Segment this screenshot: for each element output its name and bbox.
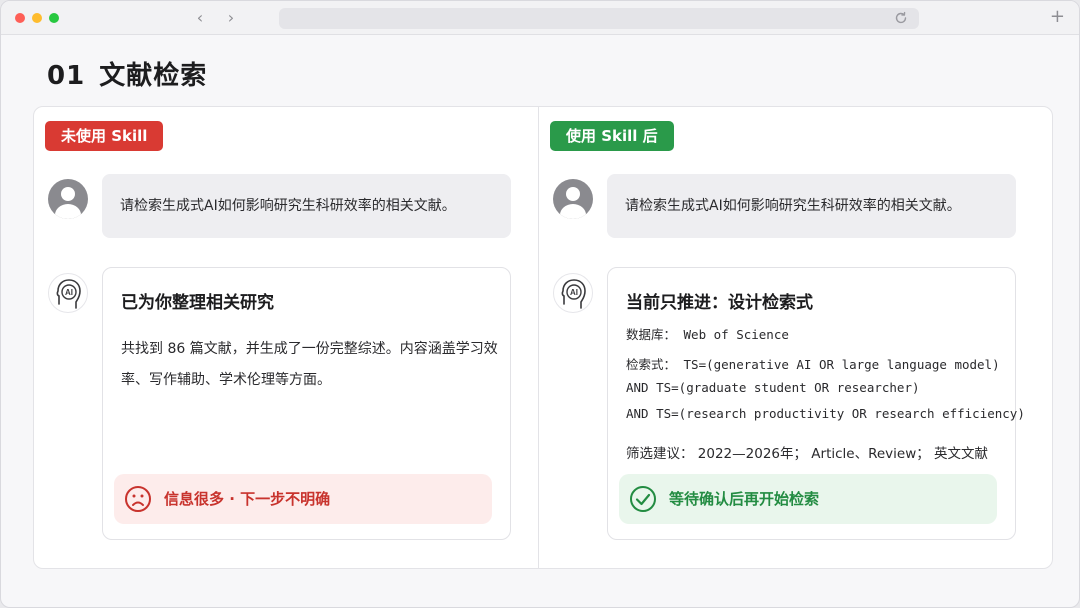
page-title: 01 文献检索 (47, 55, 221, 92)
query-line-1: 检索式： TS=(generative AI OR large language… (626, 357, 1000, 372)
user-head-icon (61, 187, 75, 201)
ai-head-icon: AI (553, 273, 593, 313)
section-title: 文献检索 (99, 61, 208, 91)
ai-label: AI (570, 288, 578, 297)
zoom-window-button[interactable] (49, 13, 59, 23)
user-avatar (48, 179, 88, 219)
query-line-2: AND TS=(graduate student OR researcher) (626, 380, 920, 395)
filter-suggestion: 筛选建议： 2022—2026年； Article、Review； 英文文献 (626, 446, 989, 462)
close-window-button[interactable] (15, 13, 25, 23)
back-button[interactable]: ‹ (192, 9, 208, 27)
user-body-icon (55, 204, 81, 219)
comparison-panel: 未使用 Skill 请检索生成式AI如何影响研究生科研效率的相关文献。 AI 已… (33, 106, 1053, 569)
ai-head-svg: AI (56, 279, 81, 309)
address-bar[interactable] (279, 8, 919, 29)
check-circle-icon (630, 486, 656, 512)
status-success-text: 等待确认后再开始检索 (669, 490, 820, 508)
user-message-bubble: 请检索生成式AI如何影响研究生科研效率的相关文献。 (607, 174, 1016, 238)
status-warning: 信息很多 · 下一步不明确 (114, 474, 492, 524)
ai-head-svg: AI (561, 279, 586, 309)
ai-response-card: 已为你整理相关研究 共找到 86 篇文献，并生成了一份完整综述。内容涵盖学习效率… (102, 267, 511, 540)
query-line-3: AND TS=(research productivity OR researc… (626, 406, 1025, 421)
response-body: 共找到 86 篇文献，并生成了一份完整综述。内容涵盖学习效率、写作辅助、学术伦理… (121, 341, 498, 388)
user-body-icon (560, 204, 586, 219)
browser-titlebar: ‹ › + (1, 1, 1079, 35)
with-skill-tag: 使用 Skill 后 (550, 121, 674, 151)
reload-icon[interactable] (893, 10, 909, 26)
user-avatar (553, 179, 593, 219)
without-skill-tag: 未使用 Skill (45, 121, 164, 151)
new-tab-button[interactable]: + (1050, 8, 1065, 26)
with-skill-column: 使用 Skill 后 请检索生成式AI如何影响研究生科研效率的相关文献。 AI … (539, 107, 1043, 568)
ai-head-icon: AI (48, 273, 88, 313)
ai-response-card: 当前只推进：设计检索式 数据库： Web of Science 检索式： TS=… (607, 267, 1025, 540)
user-message-bubble: 请检索生成式AI如何影响研究生科研效率的相关文献。 (102, 174, 511, 238)
response-title: 已为你整理相关研究 (121, 293, 274, 313)
status-warning-text: 信息很多 · 下一步不明确 (164, 490, 331, 508)
status-success: 等待确认后再开始检索 (619, 474, 997, 524)
browser-window: ‹ › + 01 文献检索 未使用 Skill 请检索生成式AI如何影响研究生科研… (0, 0, 1080, 608)
user-head-icon (566, 187, 580, 201)
frown-icon (125, 486, 151, 512)
forward-button[interactable]: › (223, 9, 239, 27)
ai-label: AI (65, 288, 73, 297)
without-skill-column: 未使用 Skill 请检索生成式AI如何影响研究生科研效率的相关文献。 AI 已… (34, 107, 538, 568)
minimize-window-button[interactable] (32, 13, 42, 23)
section-number: 01 (47, 61, 86, 91)
database-line: 数据库： Web of Science (626, 327, 789, 342)
response-title: 当前只推进：设计检索式 (626, 293, 813, 313)
